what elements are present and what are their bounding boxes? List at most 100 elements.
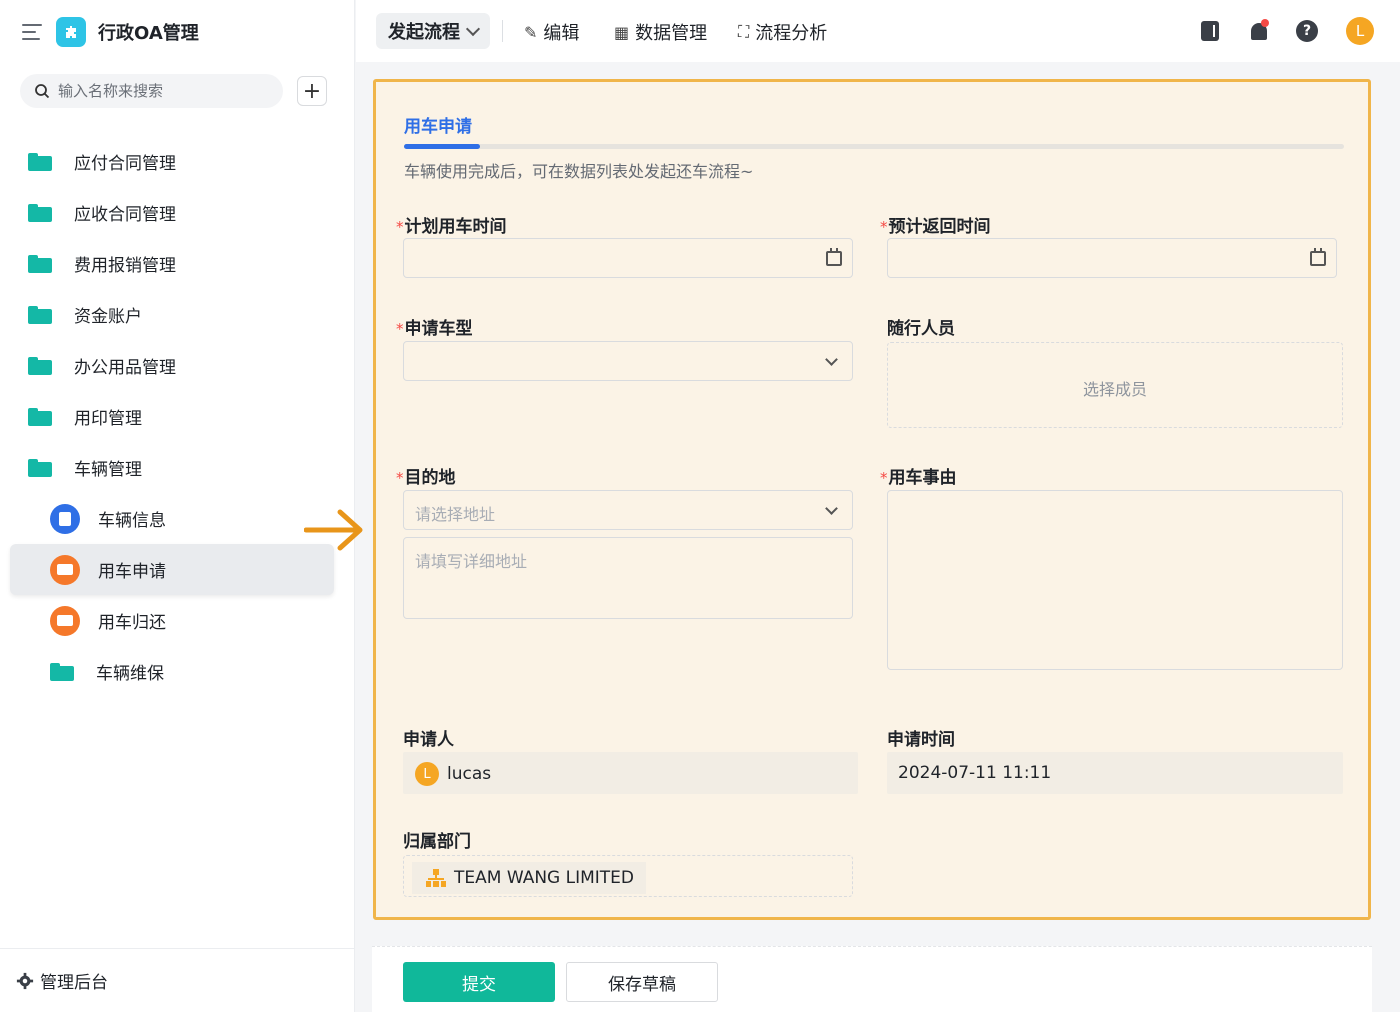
submit-button[interactable]: 提交: [403, 962, 555, 1002]
notification-button[interactable]: [1244, 16, 1274, 46]
data-manage-label: 数据管理: [635, 23, 708, 44]
sidebar-item-receivable-contract[interactable]: 应收合同管理: [10, 187, 334, 238]
folder-icon: [28, 203, 52, 222]
gear-icon: [16, 972, 34, 989]
department-chip: TEAM WANG LIMITED: [412, 862, 647, 894]
start-flow-dropdown[interactable]: 发起流程: [376, 13, 490, 49]
sidebar-item-car-application[interactable]: 用车申请: [10, 544, 334, 595]
destination-label-text: 目的地: [404, 468, 456, 488]
app-logo-icon: [56, 17, 86, 47]
user-avatar-icon: L: [415, 762, 439, 786]
return-time-label-text: 预计返回时间: [888, 217, 991, 237]
help-button[interactable]: ?: [1292, 16, 1322, 46]
applicant-name: lucas: [447, 764, 492, 784]
flow-chart-icon: ⛶: [738, 22, 750, 41]
save-draft-button[interactable]: 保存草稿: [566, 962, 718, 1002]
top-bar: 发起流程 ✎ 编辑 ▦ 数据管理 ⛶ 流程分析 ? L: [356, 0, 1400, 62]
start-flow-label: 发起流程: [388, 22, 460, 43]
required-mark: *: [880, 469, 888, 487]
calendar-icon: [1310, 248, 1326, 266]
sidebar-item-label: 资金账户: [74, 307, 142, 327]
scrollbar[interactable]: [1392, 62, 1400, 1012]
sidebar-item-fund-account[interactable]: 资金账户: [10, 289, 334, 340]
folder-icon: [28, 254, 52, 273]
form-description: 车辆使用完成后，可在数据列表处发起还车流程~: [404, 162, 754, 181]
car-type-label-text: 申请车型: [404, 319, 473, 339]
applicant-chip: L lucas: [415, 762, 491, 786]
folder-icon: [50, 662, 74, 681]
brand: 行政OA管理: [22, 14, 199, 50]
chevron-down-icon: [825, 353, 838, 366]
return-time-input[interactable]: [887, 238, 1337, 278]
required-mark: *: [396, 320, 404, 338]
sidebar-item-label: 办公用品管理: [74, 358, 176, 378]
sidebar: 行政OA管理 + 应付合同管理 应收合同管理 费用报销管理 资金账户 办公用品管…: [0, 0, 355, 1012]
avatar-letter: L: [1346, 17, 1374, 45]
sidebar-item-vehicle-info[interactable]: 车辆信息: [10, 493, 334, 544]
car-type-select[interactable]: [403, 341, 853, 381]
sidebar-item-office-supplies[interactable]: 办公用品管理: [10, 340, 334, 391]
edit-button[interactable]: ✎ 编辑: [524, 19, 579, 45]
sidebar-item-label: 车辆维保: [96, 664, 164, 684]
sidebar-item-label: 应付合同管理: [74, 154, 176, 174]
plan-time-input[interactable]: [403, 238, 853, 278]
address-detail-placeholder: 请填写详细地址: [415, 552, 528, 571]
address-detail-textarea[interactable]: 请填写详细地址: [403, 537, 853, 619]
user-avatar[interactable]: L: [1345, 16, 1375, 46]
truck-icon: [50, 554, 80, 585]
sidebar-item-label: 用印管理: [74, 409, 142, 429]
folder-icon: [28, 356, 52, 375]
sidebar-item-vehicle-maintenance[interactable]: 车辆维保: [10, 646, 334, 697]
edit-label: 编辑: [543, 23, 580, 44]
select-members-box[interactable]: 选择成员: [887, 342, 1343, 428]
form-actions: 提交 保存草稿: [372, 946, 1372, 1012]
reason-textarea[interactable]: [887, 490, 1343, 670]
notification-dot: [1261, 19, 1269, 27]
address-select-placeholder: 请选择地址: [415, 505, 496, 524]
required-mark: *: [880, 218, 888, 236]
search-row: +: [20, 74, 330, 108]
address-select[interactable]: 请选择地址: [403, 490, 853, 530]
sidebar-item-label: 用车归还: [98, 613, 166, 633]
folder-icon: [28, 305, 52, 324]
tab-car-application[interactable]: 用车申请: [404, 112, 472, 137]
data-manage-button[interactable]: ▦ 数据管理: [614, 19, 707, 45]
department-label: 归属部门: [403, 832, 471, 852]
sidebar-item-car-return[interactable]: 用车归还: [10, 595, 334, 646]
apply-time-label: 申请时间: [887, 730, 955, 750]
plan-time-label: *计划用车时间: [396, 212, 507, 237]
applicant-field: L lucas: [403, 752, 858, 794]
chevron-down-icon: [465, 21, 481, 36]
admin-console-label: 管理后台: [40, 973, 108, 993]
car-application-form: 用车申请 车辆使用完成后，可在数据列表处发起还车流程~ *计划用车时间 *预计返…: [373, 79, 1371, 920]
reason-label-text: 用车事由: [888, 468, 957, 488]
return-time-label: *预计返回时间: [880, 212, 991, 237]
help-icon: ?: [1296, 20, 1318, 42]
sidebar-item-payable-contract[interactable]: 应付合同管理: [10, 136, 334, 187]
sidebar-item-expense[interactable]: 费用报销管理: [10, 238, 334, 289]
search-box[interactable]: [20, 74, 283, 108]
car-type-label: *申请车型: [396, 314, 473, 339]
book-icon: [1201, 21, 1219, 41]
edit-icon: ✎: [524, 22, 538, 42]
add-button[interactable]: +: [297, 76, 327, 106]
destination-label: *目的地: [396, 463, 456, 488]
admin-console-link[interactable]: 管理后台: [0, 948, 355, 1012]
sidebar-item-vehicle-management[interactable]: 车辆管理: [10, 442, 334, 493]
hamburger-menu-icon[interactable]: [22, 24, 42, 40]
book-button[interactable]: [1195, 16, 1225, 46]
sidebar-item-seal[interactable]: 用印管理: [10, 391, 334, 442]
sidebar-item-label: 车辆信息: [98, 511, 166, 531]
search-icon: [35, 84, 50, 99]
flow-analysis-button[interactable]: ⛶ 流程分析: [738, 19, 827, 45]
arrow-right-icon: [304, 509, 363, 551]
folder-icon: [28, 407, 52, 426]
app-title: 行政OA管理: [98, 23, 199, 44]
search-input[interactable]: [58, 82, 258, 100]
department-value: TEAM WANG LIMITED: [454, 868, 635, 888]
companions-label: 随行人员: [887, 319, 955, 339]
folder-open-icon: [28, 458, 52, 477]
apply-time-field: 2024-07-11 11:11: [887, 752, 1343, 794]
tab-track: [404, 144, 1344, 149]
apply-time-value: 2024-07-11 11:11: [898, 763, 1052, 783]
